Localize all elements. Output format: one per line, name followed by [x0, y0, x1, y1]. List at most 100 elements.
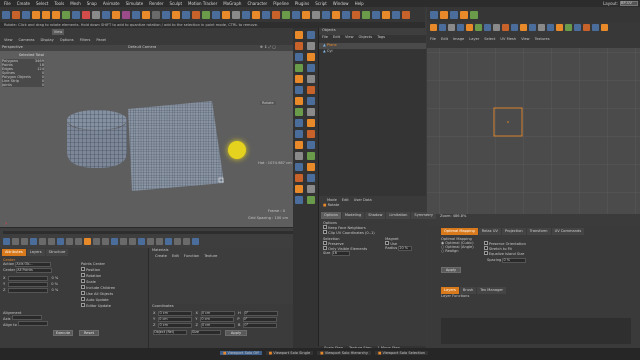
uv-header-icon[interactable]	[529, 24, 536, 31]
tool-icon[interactable]	[282, 10, 290, 19]
coord-field[interactable]: 0 cm	[158, 323, 193, 328]
tool-icon[interactable]	[262, 10, 270, 19]
keep-neighbors-checkbox[interactable]	[323, 225, 327, 229]
menu-item-sculpt[interactable]: Sculpt	[170, 1, 183, 6]
menu-item-snap[interactable]: Snap	[87, 1, 97, 6]
attr-tab-edit[interactable]: Edit	[342, 198, 349, 202]
uv-menu-image[interactable]: Image	[453, 37, 464, 41]
playback-icon[interactable]	[174, 238, 181, 245]
menu-item-create[interactable]: Create	[17, 1, 30, 6]
uv-header-icon[interactable]	[439, 24, 446, 31]
tool-icon[interactable]	[302, 10, 310, 19]
side-tool-icon[interactable]	[307, 163, 315, 171]
viewport-nav[interactable]: ⊕ ↕ ⤢ ▢	[260, 45, 276, 49]
uv-menu-layer[interactable]: Layer	[469, 37, 479, 41]
playback-icon[interactable]	[129, 238, 136, 245]
only-visible-checkbox[interactable]	[323, 246, 327, 250]
side-tool-icon[interactable]	[295, 163, 303, 171]
coord-field[interactable]: 0 cm	[158, 311, 193, 316]
playback-icon[interactable]	[147, 238, 154, 245]
tool-icon[interactable]	[92, 10, 100, 19]
tool-icon[interactable]	[2, 10, 10, 19]
tool-icon[interactable]	[182, 10, 190, 19]
bottom-tab-structure[interactable]: Structure	[45, 249, 69, 256]
tool-icon[interactable]	[232, 10, 240, 19]
tool-icon[interactable]	[392, 10, 400, 19]
timeline-ruler[interactable]	[3, 231, 299, 234]
side-tool-icon[interactable]	[295, 196, 303, 204]
solo-button[interactable]: ■ Viewport Solo Hierarchy	[317, 351, 371, 355]
center-dropdown[interactable]: All Points	[16, 268, 53, 273]
tool-icon[interactable]	[222, 10, 230, 19]
uv-tool-icon[interactable]	[430, 10, 438, 19]
uv-header-icon[interactable]	[493, 24, 500, 31]
uv-header-icon[interactable]	[583, 24, 590, 31]
materials-menu-function[interactable]: Function	[184, 254, 199, 258]
playback-icon[interactable]	[165, 238, 172, 245]
coord-mode-dropdown[interactable]: Object (Rel)	[153, 330, 187, 335]
side-tool-icon[interactable]	[295, 42, 303, 50]
uv-tab-relax-uv[interactable]: Relax UV	[478, 228, 501, 235]
execute-button[interactable]: Execute	[53, 330, 73, 336]
viewport-menu-display[interactable]: Display	[41, 38, 54, 42]
camera-label[interactable]: Default Camera	[128, 45, 156, 49]
side-tool-icon[interactable]	[307, 97, 315, 105]
side-tool-icon[interactable]	[307, 75, 315, 83]
tool-icon[interactable]	[132, 10, 140, 19]
timeline-area[interactable]	[0, 227, 305, 248]
viewport-menu-view[interactable]: View	[4, 38, 13, 42]
tool-icon[interactable]	[152, 10, 160, 19]
tool-tab-options[interactable]: Options	[321, 212, 341, 219]
menu-item-tools[interactable]: Tools	[54, 1, 64, 6]
side-tool-icon[interactable]	[307, 196, 315, 204]
uv-tab-optimal-mapping[interactable]: Optimal Mapping	[441, 228, 478, 235]
viewport-menu-cameras[interactable]: Cameras	[19, 38, 35, 42]
side-tool-icon[interactable]	[307, 130, 315, 138]
playback-icon[interactable]	[3, 238, 10, 245]
tool-icon[interactable]	[252, 10, 260, 19]
side-tool-icon[interactable]	[295, 97, 303, 105]
side-tool-icon[interactable]	[295, 152, 303, 160]
attr-tab-user-data[interactable]: User Data	[354, 198, 372, 202]
uv-header-icon[interactable]	[520, 24, 527, 31]
uv-tool-icon[interactable]	[460, 10, 468, 19]
tool-icon[interactable]	[52, 10, 60, 19]
apply-mapping-button[interactable]: Apply	[441, 267, 461, 273]
option-row[interactable]: Auto Update	[81, 297, 115, 302]
axis-slider[interactable]	[8, 282, 49, 287]
menu-item-animate[interactable]: Animate	[103, 1, 120, 6]
solo-button[interactable]: ■ Viewport Solo Off	[220, 351, 262, 355]
tool-icon[interactable]	[42, 10, 50, 19]
layers-tab-tex-manager[interactable]: Tex Manager	[477, 287, 507, 294]
option-row[interactable]: Include Children	[81, 285, 115, 290]
option-row[interactable]: Position	[81, 267, 115, 272]
uv-header-icon[interactable]	[547, 24, 554, 31]
tool-icon[interactable]	[202, 10, 210, 19]
tool-icon[interactable]	[322, 10, 330, 19]
playback-icon[interactable]	[57, 238, 64, 245]
clip-uv-checkbox[interactable]	[323, 230, 327, 234]
uv-header-icon[interactable]	[565, 24, 572, 31]
option-row[interactable]: Editor Update	[81, 303, 115, 308]
side-tool-icon[interactable]	[307, 64, 315, 72]
menu-item-character[interactable]: Character	[247, 1, 267, 6]
playback-icon[interactable]	[84, 238, 91, 245]
uv-header-icon[interactable]	[556, 24, 563, 31]
attr-tab-mode[interactable]: Mode	[327, 198, 337, 202]
tab-view[interactable]: View	[52, 29, 64, 35]
mapping-checkbox-row[interactable]: Equalize Island Size	[483, 251, 526, 256]
playback-icon[interactable]	[183, 238, 190, 245]
uv-tab-uv-commands[interactable]: UV Commands	[551, 228, 585, 235]
bottom-tab-attributes[interactable]: Attributes	[2, 249, 26, 256]
menu-item-render[interactable]: Render	[149, 1, 163, 6]
side-tool-icon[interactable]	[307, 53, 315, 61]
tool-icon[interactable]	[212, 10, 220, 19]
playback-icon[interactable]	[12, 238, 19, 245]
light-object[interactable]	[228, 141, 246, 159]
side-tool-icon[interactable]	[307, 42, 315, 50]
uv-header-icon[interactable]	[592, 24, 599, 31]
playback-icon[interactable]	[138, 238, 145, 245]
uv-header-icon[interactable]	[484, 24, 491, 31]
side-tool-icon[interactable]	[307, 86, 315, 94]
playback-icon[interactable]	[192, 238, 199, 245]
